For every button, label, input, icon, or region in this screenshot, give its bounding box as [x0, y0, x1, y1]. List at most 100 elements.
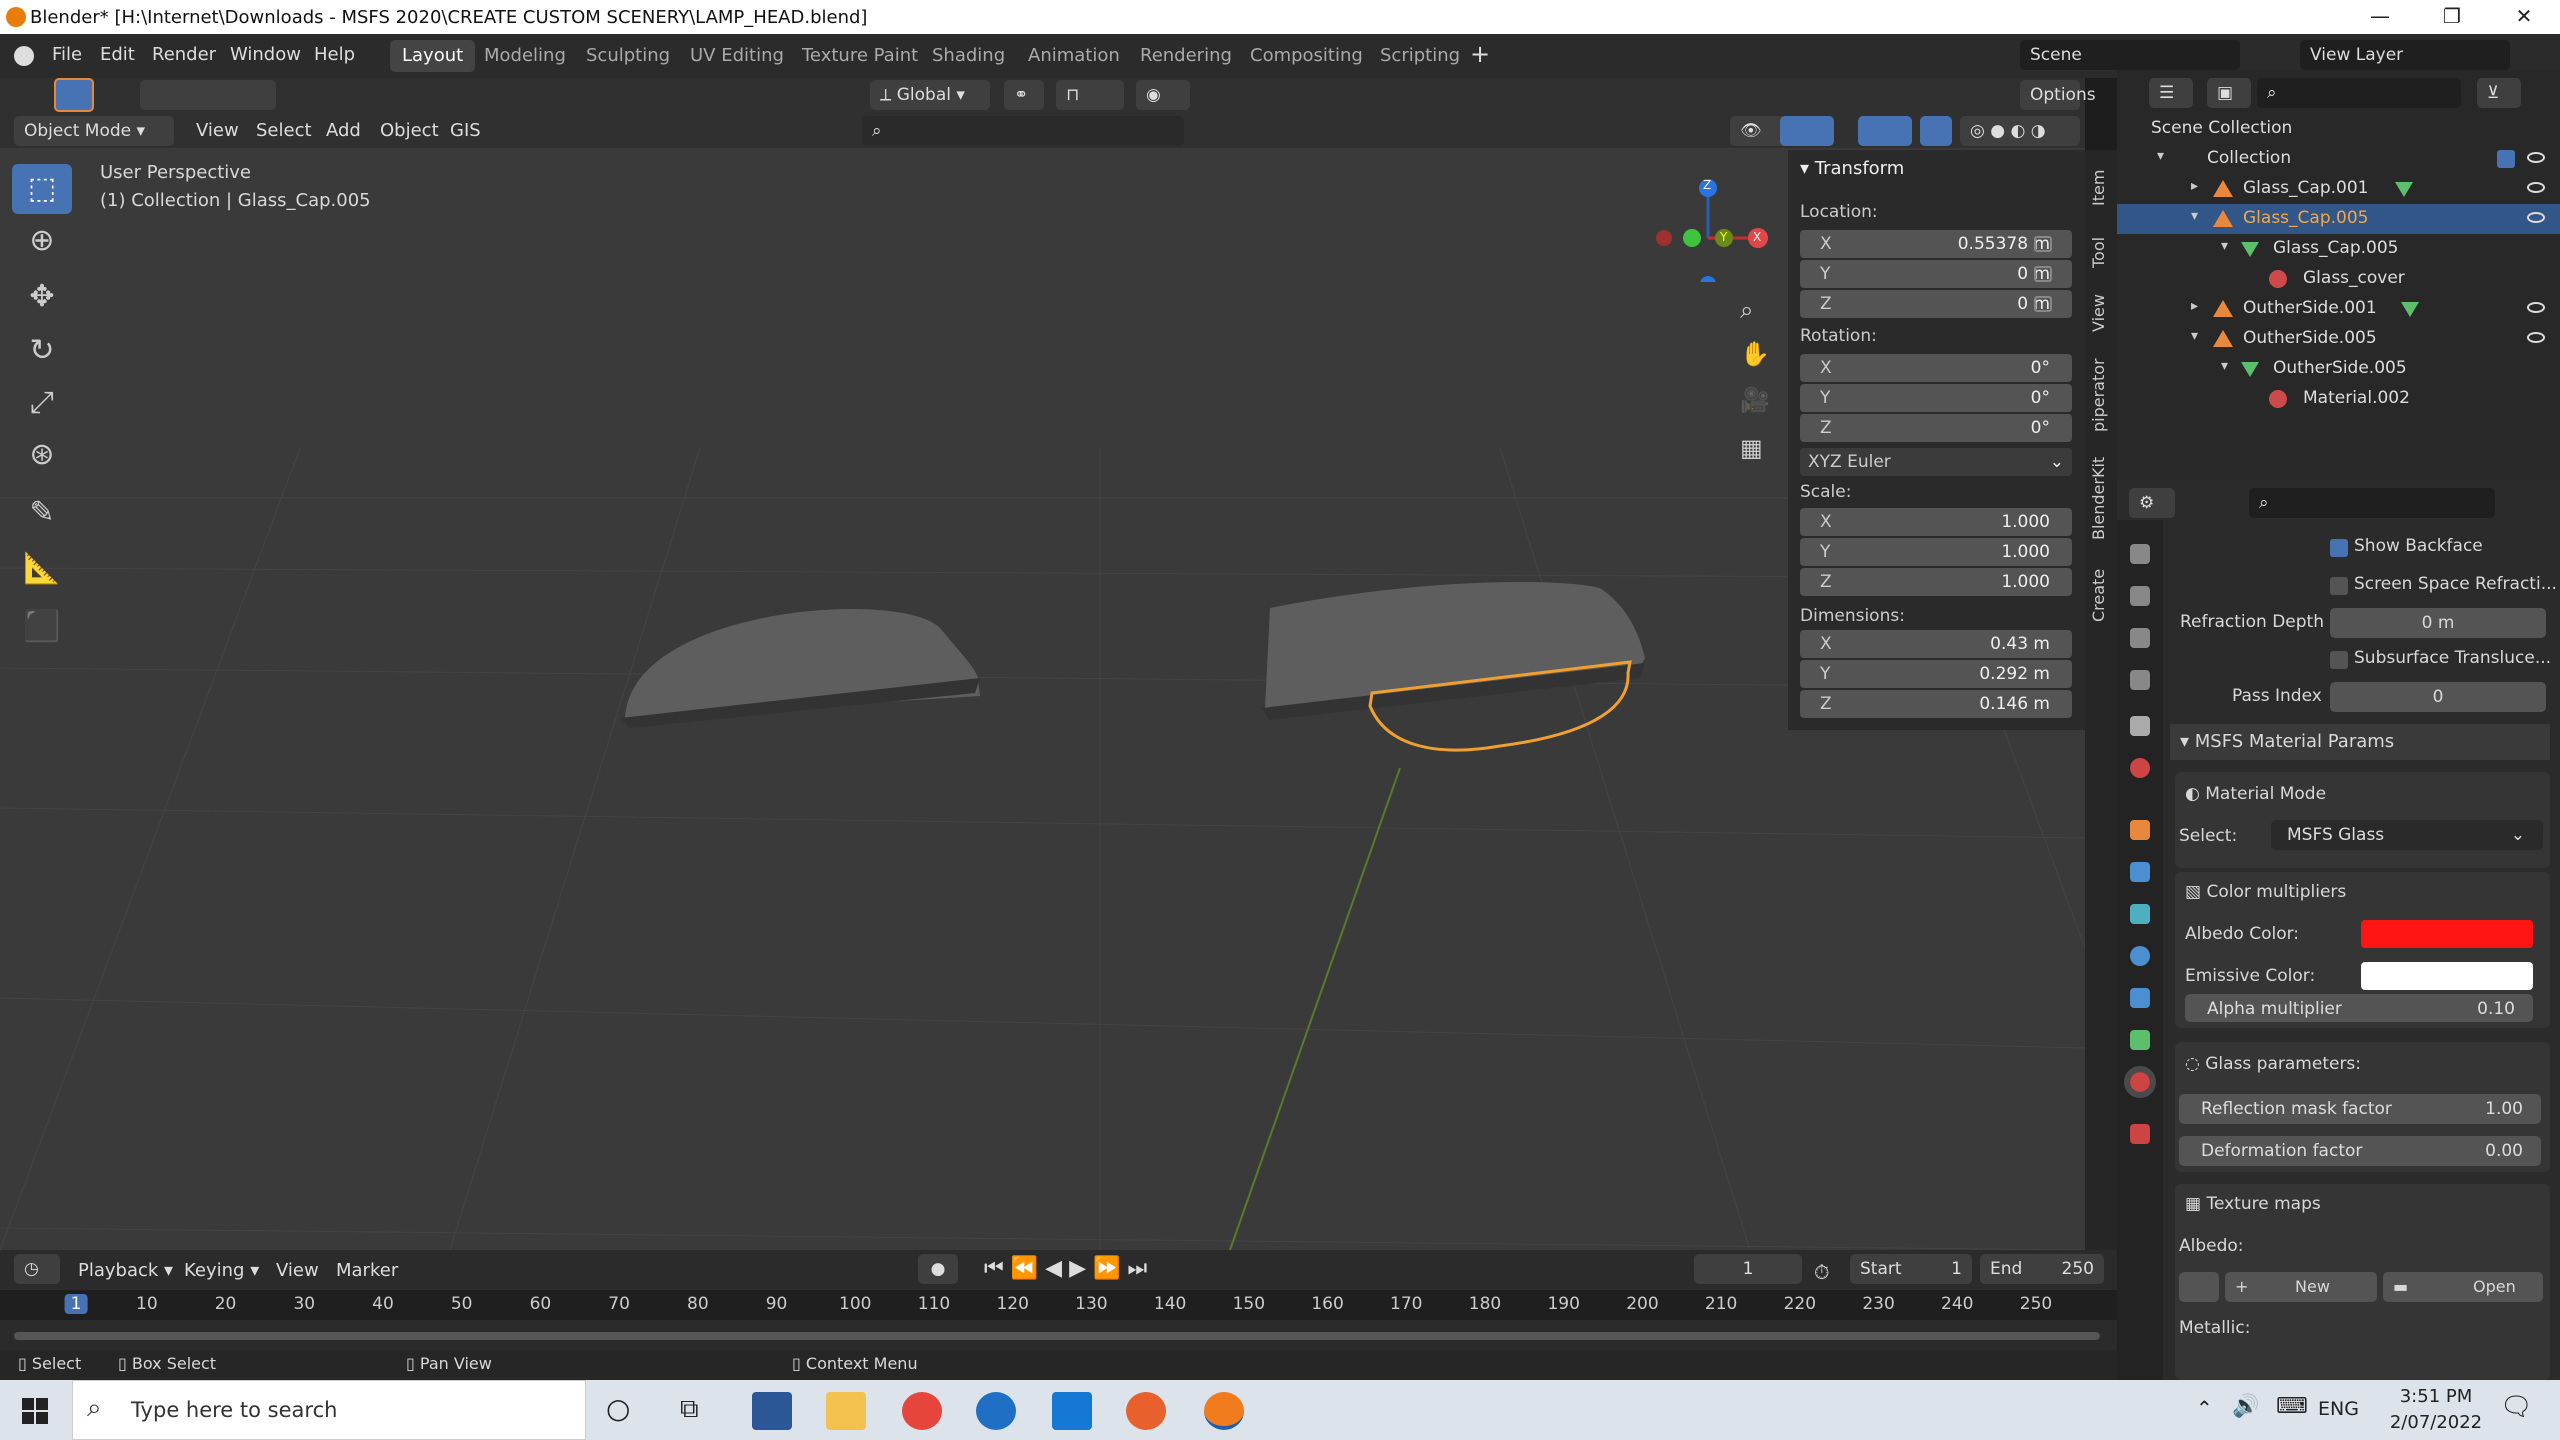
- reflection-mask-slider[interactable]: Reflection mask factor 1.00: [2179, 1094, 2541, 1124]
- frame-ruler[interactable]: 1 10 20 30 40 50 60 70 80 90 100 110 120 130 140 150 160…: [0, 1290, 2117, 1320]
- texture-tab-icon[interactable]: [2130, 1124, 2150, 1144]
- tab-view[interactable]: View: [2089, 294, 2108, 332]
- preview-range-icon[interactable]: ⏱: [1814, 1260, 1830, 1284]
- menu-add[interactable]: Add: [326, 120, 361, 141]
- orientation-dropdown[interactable]: ⟂ Global ▾: [870, 80, 990, 110]
- transform-header[interactable]: ▾ Transform: [1800, 158, 1904, 179]
- selection-mode-buttons[interactable]: [140, 80, 276, 110]
- select-tool-icon[interactable]: [54, 78, 94, 112]
- tab-tool[interactable]: Tool: [2089, 237, 2108, 268]
- tab-compositing[interactable]: Compositing: [1238, 40, 1375, 72]
- blender-taskbar-icon[interactable]: [1204, 1392, 1244, 1430]
- ortho-grid-icon[interactable]: ▦: [1740, 434, 1763, 462]
- outliner-glass-cap-005[interactable]: ▾ Glass_Cap.005: [2117, 204, 2560, 234]
- tab-scripting[interactable]: Scripting: [1368, 40, 1472, 72]
- outliner-material-glass-cover[interactable]: Glass_cover: [2117, 264, 2560, 294]
- outliner-outherside-001[interactable]: ▸ OutherSide.001: [2117, 294, 2560, 324]
- location-y-field[interactable]: Y0 m: [1800, 260, 2072, 288]
- xray-toggle-icon[interactable]: [1920, 116, 1952, 146]
- menu-view[interactable]: View: [196, 120, 239, 141]
- material-tab-icon[interactable]: [2124, 1066, 2156, 1098]
- file-explorer-icon[interactable]: [826, 1392, 866, 1430]
- add-cube-tool-icon[interactable]: ⬛: [12, 602, 72, 652]
- image-browse-icon[interactable]: [2179, 1272, 2219, 1302]
- clock-date[interactable]: 2/07/2022: [2380, 1412, 2492, 1433]
- navigation-gizmo[interactable]: Z Y X: [1650, 162, 1770, 292]
- outliner-material-002[interactable]: Material.002: [2117, 384, 2560, 414]
- lock-icon[interactable]: [2034, 296, 2052, 312]
- close-button[interactable]: ✕: [2504, 4, 2544, 30]
- task-view-icon[interactable]: ⧉: [680, 1394, 699, 1425]
- outliner-mesh-glass-cap-005[interactable]: ▾ Glass_Cap.005: [2117, 234, 2560, 264]
- tab-modeling[interactable]: Modeling: [472, 40, 578, 72]
- outliner-search[interactable]: ⌕: [2257, 78, 2461, 108]
- tray-overflow-icon[interactable]: ⌃: [2196, 1396, 2213, 1420]
- properties-editor-type-icon[interactable]: ⚙: [2129, 488, 2175, 518]
- rotate-tool-icon[interactable]: ↻: [12, 326, 72, 376]
- add-workspace-icon[interactable]: +: [1470, 40, 1490, 68]
- timeline-editor-type-icon[interactable]: ◷: [14, 1254, 60, 1284]
- tab-blenderkit[interactable]: BlenderKit: [2089, 457, 2108, 540]
- tab-texture-paint[interactable]: Texture Paint: [790, 40, 930, 72]
- language-indicator[interactable]: ENG: [2318, 1398, 2359, 1420]
- display-mode-icon[interactable]: ▣: [2207, 78, 2251, 108]
- menu-file[interactable]: File: [52, 44, 82, 65]
- tab-uv-editing[interactable]: UV Editing: [678, 40, 796, 72]
- properties-search[interactable]: ⌕: [2249, 488, 2495, 518]
- scale-tool-icon[interactable]: ⤢: [12, 378, 72, 428]
- tab-create[interactable]: Create: [2089, 569, 2108, 622]
- eye-icon[interactable]: [2527, 212, 2545, 223]
- mode-dropdown[interactable]: Object Mode ▾: [14, 116, 174, 146]
- tab-layout[interactable]: Layout: [390, 40, 476, 72]
- output-tab-icon[interactable]: [2130, 628, 2150, 648]
- deformation-factor-slider[interactable]: Deformation factor 0.00: [2179, 1136, 2541, 1166]
- camera-view-icon[interactable]: 🎥: [1740, 386, 1770, 414]
- filter-icon[interactable]: ⊻: [2477, 78, 2521, 108]
- eye-icon[interactable]: [2527, 302, 2545, 313]
- blender-menu-icon[interactable]: [14, 46, 34, 66]
- rotation-z-field[interactable]: Z 0°: [1800, 414, 2072, 442]
- 3d-viewport[interactable]: User Perspective (1) Collection | Glass_…: [0, 148, 2085, 1250]
- menu-keying[interactable]: Keying ▾: [184, 1260, 259, 1281]
- rotation-y-field[interactable]: Y 0°: [1800, 384, 2072, 412]
- end-frame-field[interactable]: End 250: [1980, 1254, 2104, 1284]
- taskbar-search[interactable]: ⌕ Type here to search: [72, 1380, 586, 1440]
- physics-tab-icon[interactable]: [2130, 946, 2150, 966]
- object-tab-icon[interactable]: [2130, 820, 2150, 840]
- notifications-icon[interactable]: 🗨: [2500, 1392, 2533, 1422]
- playback-controls[interactable]: ⏮ ⏪ ◀ ▶ ⏩ ⏭: [984, 1256, 1147, 1281]
- eye-icon[interactable]: [2527, 152, 2545, 163]
- world-tab-icon[interactable]: [2130, 758, 2150, 778]
- constraints-tab-icon[interactable]: [2130, 988, 2150, 1008]
- dimensions-x-field[interactable]: X 0.43 m: [1800, 630, 2072, 658]
- tool-tab-icon[interactable]: [2130, 544, 2150, 564]
- eye-icon[interactable]: [2527, 182, 2545, 193]
- firefox-icon[interactable]: [1126, 1392, 1166, 1430]
- outliner-glass-cap-001[interactable]: ▸ Glass_Cap.001: [2117, 174, 2560, 204]
- particles-tab-icon[interactable]: [2130, 904, 2150, 924]
- tab-piperator[interactable]: piperator: [2089, 358, 2108, 432]
- pan-hand-icon[interactable]: ✋: [1740, 340, 1770, 368]
- menu-object[interactable]: Object: [380, 120, 439, 141]
- eye-icon[interactable]: [2527, 332, 2545, 343]
- overlays-toggle-icon[interactable]: [1858, 116, 1912, 146]
- scale-y-field[interactable]: Y 1.000: [1800, 538, 2072, 566]
- tab-rendering[interactable]: Rendering: [1128, 40, 1244, 72]
- dimensions-z-field[interactable]: Z 0.146 m: [1800, 690, 2072, 718]
- scene-selector[interactable]: Scene: [2020, 40, 2240, 70]
- zoom-icon[interactable]: ⌕: [1740, 296, 1753, 324]
- scene-tab-icon[interactable]: [2130, 716, 2150, 736]
- timeline-scrollbar[interactable]: [14, 1332, 2100, 1340]
- keyboard-icon[interactable]: ⌨: [2276, 1394, 2308, 1419]
- select-box-tool-icon[interactable]: ⬚: [12, 164, 72, 214]
- msfs-panel-header[interactable]: ▾ MSFS Material Params: [2170, 724, 2550, 760]
- albedo-color-swatch[interactable]: [2361, 920, 2533, 948]
- tab-shading[interactable]: Shading: [920, 40, 1017, 72]
- current-frame-field[interactable]: 1: [1694, 1254, 1802, 1284]
- start-frame-field[interactable]: Start 1: [1850, 1254, 1972, 1284]
- tab-sculpting[interactable]: Sculpting: [574, 40, 682, 72]
- record-icon[interactable]: ●: [918, 1254, 958, 1284]
- new-image-button[interactable]: + New: [2225, 1272, 2377, 1302]
- lock-icon[interactable]: [2034, 266, 2052, 282]
- shading-modes[interactable]: ◎ ● ◐ ◑: [1960, 116, 2080, 146]
